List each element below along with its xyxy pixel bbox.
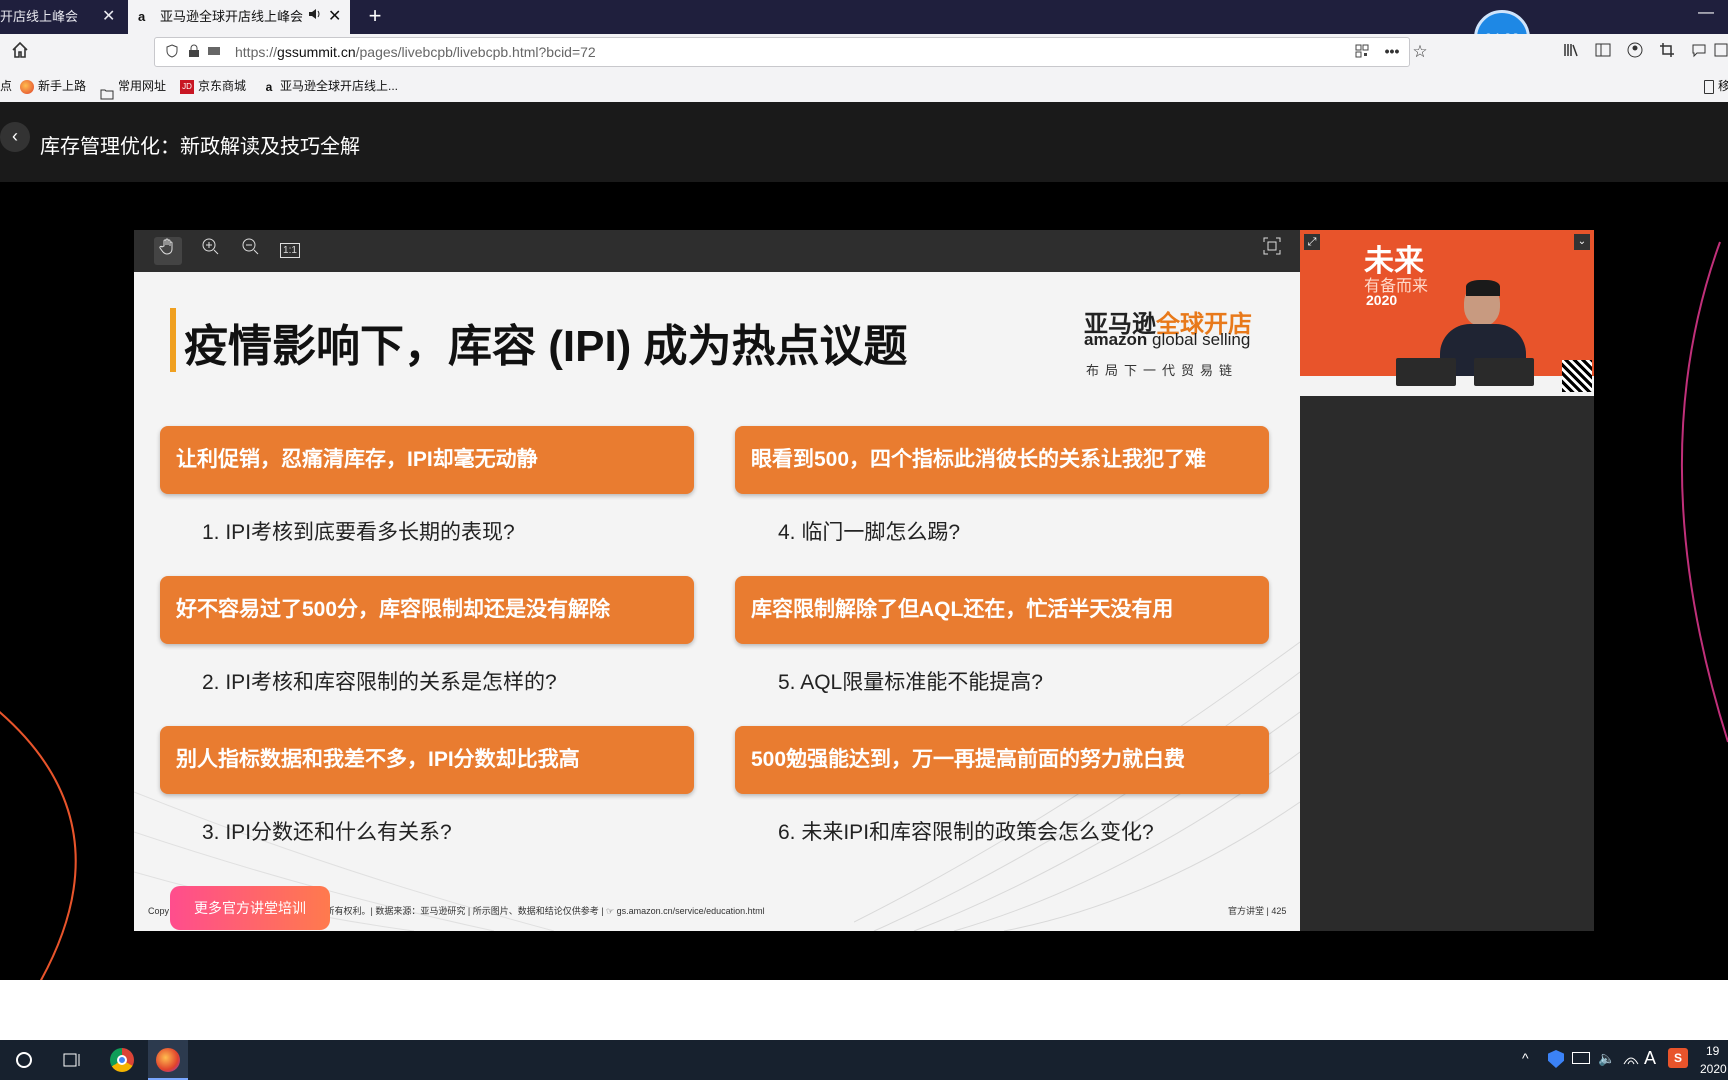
tab-2-active[interactable]: a 亚马逊全球开店线上峰会 ✕ <box>128 0 350 34</box>
presentation-slide: 疫情影响下，库容 (IPI) 成为热点议题 亚马逊全球开店 amazon glo… <box>134 272 1300 931</box>
folder-icon <box>100 80 114 100</box>
chrome-icon[interactable] <box>110 1048 134 1072</box>
bookmark-item[interactable]: 新手上路 <box>20 70 86 102</box>
navigation-bar: https://gssummit.cn/pages/livebcpb/liveb… <box>0 34 1728 70</box>
url-text: https://gssummit.cn/pages/livebcpb/liveb… <box>235 44 596 60</box>
page-title: 库存管理优化：新政解读及技巧全解 <box>40 136 360 158</box>
back-button[interactable]: ‹ <box>0 122 30 152</box>
address-bar[interactable]: https://gssummit.cn/pages/livebcpb/liveb… <box>154 37 1428 67</box>
screenshot-icon[interactable] <box>1712 42 1728 60</box>
page-background <box>0 980 1728 1040</box>
question-item: 4. 临门一脚怎么踢? <box>778 521 961 544</box>
collapse-icon[interactable]: ⌄ <box>1574 234 1590 250</box>
mobile-icon <box>1704 79 1714 94</box>
bookmarks-bar: 点 新手上路 常用网址 JD 京东商城 a 亚马逊全球开店线上... 移 <box>0 70 1728 103</box>
logo-tagline: 布局下一代贸易链 <box>1086 363 1239 378</box>
more-options-icon[interactable]: ••• <box>1383 42 1401 60</box>
page-header: ‹ 库存管理优化：新政解读及技巧全解 <box>0 102 1728 182</box>
clock-time[interactable]: 19 <box>1706 1044 1719 1058</box>
question-item: 6. 未来IPI和库容限制的政策会怎么变化? <box>778 821 1154 844</box>
bookmark-item[interactable]: JD 京东商城 <box>180 70 246 102</box>
show-hidden-icons[interactable]: ^ <box>1522 1050 1546 1074</box>
bookmark-item[interactable]: a 亚马逊全球开店线上... <box>262 70 398 102</box>
minimize-button[interactable]: — <box>1698 4 1714 22</box>
slide-title: 疫情影响下，库容 (IPI) 成为热点议题 <box>184 322 908 371</box>
side-panel <box>1300 396 1594 931</box>
battery-icon[interactable] <box>1572 1052 1590 1064</box>
laptop <box>1474 358 1534 386</box>
more-courses-button[interactable]: 更多官方讲堂培训 <box>170 886 330 930</box>
question-item: 1. IPI考核到底要看多长期的表现? <box>202 521 515 544</box>
hand-tool-icon[interactable] <box>154 237 182 265</box>
pain-point-box: 好不容易过了500分，库容限制却还是没有解除 <box>160 576 694 644</box>
mobile-bookmarks[interactable]: 移 <box>1704 70 1728 102</box>
amazon-wordmark: amazon global selling <box>1084 330 1251 349</box>
video-year: 2020 <box>1366 292 1398 308</box>
amazon-icon: a <box>265 79 273 94</box>
tab-title: 开店线上峰会 <box>0 9 79 24</box>
presenter-video: 未来 有备而来 2020 ⤢ ⌄ <box>1300 230 1594 396</box>
question-item: 3. IPI分数还和什么有关系? <box>202 821 452 844</box>
qr-code-image <box>1562 360 1592 392</box>
close-icon[interactable]: ✕ <box>102 0 115 34</box>
speaker-icon[interactable] <box>308 0 322 34</box>
volume-icon[interactable]: 🔈 <box>1598 1050 1622 1074</box>
tab-1[interactable]: 开店线上峰会 ✕ <box>0 0 122 34</box>
input-method-icon[interactable]: A <box>1644 1048 1668 1072</box>
home-icon[interactable] <box>10 40 32 62</box>
bookmark-star-icon[interactable]: ☆ <box>1411 43 1429 61</box>
popout-icon[interactable]: ⤢ <box>1304 234 1320 250</box>
pain-point-box: 眼看到500，四个指标此消彼长的关系让我犯了难 <box>735 426 1269 494</box>
account-icon[interactable] <box>1626 42 1644 60</box>
library-icon[interactable] <box>1562 42 1580 60</box>
cortana-search-icon[interactable] <box>12 1048 36 1072</box>
pain-point-box: 别人指标数据和我差不多，IPI分数却比我高 <box>160 726 694 794</box>
viewer-toolbar: 1:1 <box>134 230 1300 272</box>
tab-bar: 开店线上峰会 ✕ a 亚马逊全球开店线上峰会 ✕ + — <box>0 0 1728 34</box>
firefox-icon <box>20 79 34 94</box>
sidebar-icon[interactable] <box>1594 42 1612 60</box>
security-shield-icon[interactable] <box>1548 1050 1564 1068</box>
lock-icon[interactable] <box>185 44 203 62</box>
close-icon[interactable]: ✕ <box>328 0 341 34</box>
task-view-icon[interactable] <box>60 1048 84 1072</box>
qr-code-icon[interactable] <box>1353 44 1371 62</box>
bookmark-item[interactable]: 点 <box>0 70 12 102</box>
zoom-out-icon[interactable] <box>236 237 264 265</box>
sogou-input-icon[interactable]: S <box>1668 1048 1688 1068</box>
question-item: 5. AQL限量标准能不能提高? <box>778 671 1043 694</box>
pain-point-box: 库容限制解除了但AQL还在，忙活半天没有用 <box>735 576 1269 644</box>
firefox-icon <box>156 1048 180 1072</box>
new-tab-button[interactable]: + <box>360 0 390 34</box>
shield-icon[interactable] <box>163 44 181 62</box>
pain-point-box: 让利促销，忍痛清库存，IPI却毫无动静 <box>160 426 694 494</box>
page-info-icon[interactable] <box>205 44 223 62</box>
wifi-icon[interactable] <box>1622 1050 1646 1074</box>
title-accent-bar <box>170 308 176 372</box>
zoom-in-icon[interactable] <box>196 237 224 265</box>
laptop <box>1396 358 1456 386</box>
tab-title: 亚马逊全球开店线上峰会 <box>160 9 304 24</box>
clock-date[interactable]: 2020 <box>1700 1062 1727 1076</box>
presenter-hair <box>1466 280 1500 296</box>
jd-icon: JD <box>180 79 194 94</box>
fit-screen-icon[interactable] <box>1258 237 1286 265</box>
chat-icon[interactable] <box>1690 42 1708 60</box>
bookmark-folder[interactable]: 常用网址 <box>100 70 166 102</box>
pain-point-box: 500勉强能达到，万一再提高前面的努力就白费 <box>735 726 1269 794</box>
slide-page-label: 官方讲堂 | 425 <box>1228 906 1287 916</box>
question-item: 2. IPI考核和库容限制的关系是怎样的? <box>202 671 557 694</box>
firefox-taskbar-button[interactable] <box>148 1040 188 1080</box>
screenshot-crop-icon[interactable] <box>1658 42 1676 60</box>
amazon-favicon-icon: a <box>138 9 146 24</box>
windows-taskbar: ^ 🔈 A S 19 2020 <box>0 1040 1728 1080</box>
actual-size-button[interactable]: 1:1 <box>276 237 304 265</box>
slide-viewer: 1:1 疫情影响下，库容 (IPI) 成为热点议题 亚马逊全球开店 amazon… <box>134 230 1300 931</box>
